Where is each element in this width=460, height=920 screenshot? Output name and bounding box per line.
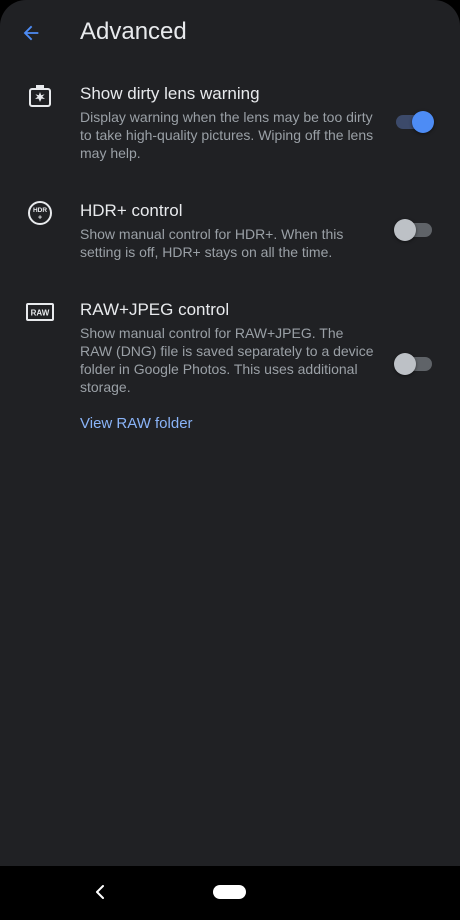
toggle-thumb: [394, 219, 416, 241]
arrow-back-icon: [23, 25, 39, 41]
nav-back-icon: [96, 885, 104, 899]
raw-icon: RAW: [26, 298, 54, 326]
raw-jpeg-toggle[interactable]: [394, 352, 434, 376]
svg-text:HDR: HDR: [33, 207, 47, 214]
system-navigation-bar: [0, 866, 460, 920]
back-button[interactable]: [14, 16, 48, 50]
toggle-thumb: [412, 111, 434, 133]
dirty-lens-toggle[interactable]: [394, 110, 434, 134]
hdr-plus-toggle[interactable]: [394, 218, 434, 242]
nav-back-button[interactable]: [88, 880, 112, 904]
setting-title: RAW+JPEG control: [80, 300, 230, 319]
svg-text:RAW: RAW: [31, 309, 50, 318]
setting-title: HDR+ control: [80, 201, 183, 220]
setting-description: Show manual control for RAW+JPEG. The RA…: [80, 325, 374, 395]
hdr-plus-icon: HDR +: [26, 199, 54, 227]
svg-text:+: +: [38, 215, 42, 222]
home-pill-icon[interactable]: [213, 885, 246, 899]
app-bar: Advanced: [0, 0, 460, 64]
toggle-thumb: [394, 353, 416, 375]
setting-title: Show dirty lens warning: [80, 84, 260, 103]
dirty-lens-icon: [26, 82, 54, 110]
setting-description: Show manual control for HDR+. When this …: [80, 226, 344, 260]
advanced-settings-screen: Advanced Show dirty lens warning Display…: [0, 0, 460, 920]
setting-description: Display warning when the lens may be too…: [80, 109, 374, 161]
view-raw-folder-link[interactable]: View RAW folder: [80, 414, 193, 434]
page-title: Advanced: [80, 18, 187, 45]
